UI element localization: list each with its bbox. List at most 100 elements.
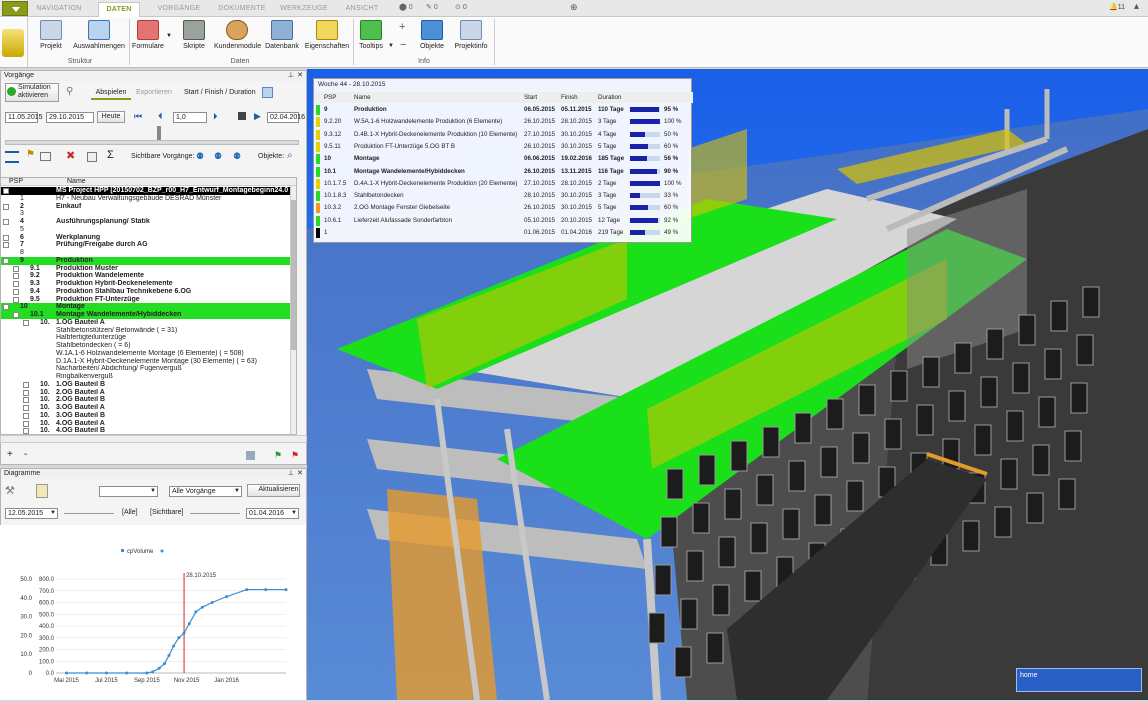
search-icon[interactable]: ⌕ xyxy=(287,150,293,161)
clipboard-icon[interactable] xyxy=(36,484,48,498)
pin-icon[interactable]: ⊥ xyxy=(288,469,294,477)
expand-icon[interactable] xyxy=(23,389,29,396)
column-header-psp[interactable]: PSP xyxy=(9,178,23,186)
column-header-name[interactable]: Name xyxy=(67,178,86,186)
expand-all-icon[interactable]: + xyxy=(7,449,13,460)
sum-icon[interactable]: Σ xyxy=(107,149,114,161)
globe-icon[interactable]: ⊕ xyxy=(570,2,578,13)
start-date-field[interactable]: 11.05.2015 xyxy=(5,112,43,123)
stop-icon[interactable] xyxy=(238,112,246,120)
collapse-icon[interactable] xyxy=(3,304,9,311)
speed-stepper[interactable]: 1,0 xyxy=(173,112,207,123)
task-tree[interactable]: PSP Name MS Project HPP [20150702_BZP_r0… xyxy=(0,177,297,435)
filter-icon[interactable]: ⚑ xyxy=(26,149,35,160)
tree-hscrollbar[interactable] xyxy=(0,435,307,443)
tab-navigation[interactable]: NAVIGATION xyxy=(36,2,82,17)
expand-icon[interactable] xyxy=(3,203,9,210)
to-date-field[interactable]: 01.04.2016 ▼ xyxy=(246,508,299,519)
step-forward-icon[interactable]: ⏵ xyxy=(213,111,218,122)
all-range-button[interactable]: [Alle] xyxy=(122,509,138,516)
link-icon[interactable]: ⚲ xyxy=(66,86,73,97)
wrench-icon[interactable]: ⚒ xyxy=(5,484,15,497)
expand-icon[interactable] xyxy=(23,420,29,427)
expand-icon[interactable] xyxy=(13,281,19,287)
visible-range-button[interactable]: [Sichtbare] xyxy=(150,509,183,516)
date-marker-label: 28.10.2015 xyxy=(186,573,217,579)
people-icon[interactable]: ⚉ xyxy=(196,151,204,162)
collapse-icon[interactable] xyxy=(3,188,9,194)
expand-icon[interactable] xyxy=(13,288,19,295)
pin-icon[interactable]: ⊥ xyxy=(288,71,294,79)
objekte-button[interactable]: Objekte xyxy=(416,20,448,50)
expand-icon[interactable] xyxy=(23,412,29,419)
step-back-icon[interactable]: ⏴ xyxy=(158,111,163,122)
end-date-field[interactable]: 02.04.2016 xyxy=(267,112,305,123)
tab-dokumente[interactable]: DOKUMENTE xyxy=(216,2,268,17)
tab-daten[interactable]: DATEN xyxy=(98,2,140,17)
projektinfo-button[interactable]: Projektinfo xyxy=(452,20,490,50)
collapse-all-icon[interactable]: - xyxy=(24,449,27,460)
save-icon[interactable] xyxy=(262,87,273,98)
app-menu-button[interactable] xyxy=(2,1,28,16)
tooltips-button[interactable]: Tooltips xyxy=(356,20,386,50)
tab-abspielen[interactable]: Abspielen xyxy=(91,86,131,100)
tree-scrollbar-thumb[interactable] xyxy=(291,200,296,350)
eigenschaften-button[interactable]: Eigenschaften xyxy=(304,20,350,50)
kundenmodule-button[interactable]: Kundenmodule xyxy=(214,20,261,50)
from-date-field[interactable]: 12.05.2015 ▼ xyxy=(5,508,58,519)
list-view-icon[interactable] xyxy=(5,151,19,163)
plus-icon[interactable]: + xyxy=(399,21,405,33)
play-button-icon[interactable]: ▶ xyxy=(254,111,261,122)
close-icon[interactable]: ✕ xyxy=(297,469,303,477)
expand-icon[interactable] xyxy=(3,242,9,249)
close-icon[interactable]: ✕ xyxy=(297,71,303,79)
expand-icon[interactable] xyxy=(13,265,19,272)
expand-icon[interactable] xyxy=(13,273,19,280)
chevron-down-icon[interactable]: ▼ xyxy=(166,33,172,39)
task-filter-select[interactable]: Alle Vorgänge ▼ xyxy=(169,486,242,497)
window-pane xyxy=(660,516,678,548)
tab-exportieren[interactable]: Exportieren xyxy=(134,86,174,100)
overlay-cell-psp: 10.1.7.5 xyxy=(324,179,347,187)
columns-icon[interactable] xyxy=(87,152,97,162)
notification-count[interactable]: 🔔11 xyxy=(1109,3,1125,11)
refresh-button[interactable]: Aktualisieren xyxy=(247,484,300,497)
current-date-field[interactable]: 29.10.2015 xyxy=(46,112,94,123)
tree-row[interactable]: 10. 4.OG Bauteil B xyxy=(1,427,296,434)
collapse-icon[interactable] xyxy=(3,257,9,264)
today-button[interactable]: Heute xyxy=(97,111,125,123)
auswahlmengen-button[interactable]: Auswahlmengen xyxy=(72,20,126,50)
minus-icon[interactable]: − xyxy=(400,39,406,51)
tab-vorgaenge[interactable]: VORGÄNGE xyxy=(156,2,202,17)
database-icon[interactable] xyxy=(2,29,24,57)
tab-werkzeuge[interactable]: WERKZEUGE xyxy=(276,2,332,17)
export-icon[interactable] xyxy=(246,451,255,460)
window-icon[interactable] xyxy=(40,152,51,161)
collapse-icon[interactable] xyxy=(23,319,29,326)
mode-label[interactable]: Start / Finish / Duration xyxy=(184,89,256,96)
expand-icon[interactable] xyxy=(13,296,19,303)
formulare-button[interactable]: Formulare xyxy=(132,20,164,50)
people-icon[interactable]: ⚉ xyxy=(233,151,241,162)
datenbank-button[interactable]: Datenbank xyxy=(264,20,300,50)
skripte-button[interactable]: Skripte xyxy=(178,20,210,50)
flag-green-icon[interactable]: ⚑ xyxy=(274,450,282,461)
tab-ansicht[interactable]: ANSICHT xyxy=(340,2,384,17)
flag-red-icon[interactable]: ⚑ xyxy=(291,450,299,461)
home-view-field[interactable]: home xyxy=(1016,668,1142,692)
expand-icon[interactable] xyxy=(3,219,9,225)
delete-icon[interactable]: ✖ xyxy=(66,149,75,162)
skip-start-icon[interactable]: ⏮ xyxy=(134,111,142,122)
people-icon[interactable]: ⚉ xyxy=(214,151,222,162)
chart-type-select[interactable]: ▼ xyxy=(99,486,158,497)
timeline-thumb[interactable] xyxy=(157,126,161,140)
help-icon[interactable]: ▴ xyxy=(1134,1,1139,12)
collapse-icon[interactable] xyxy=(13,312,19,318)
projekt-button[interactable]: Projekt xyxy=(36,20,66,50)
expand-icon[interactable] xyxy=(23,381,29,388)
expand-icon[interactable] xyxy=(23,428,29,434)
expand-icon[interactable] xyxy=(23,405,29,411)
expand-icon[interactable] xyxy=(23,397,29,404)
chevron-down-icon[interactable]: ▼ xyxy=(388,43,394,49)
expand-icon[interactable] xyxy=(3,234,9,241)
